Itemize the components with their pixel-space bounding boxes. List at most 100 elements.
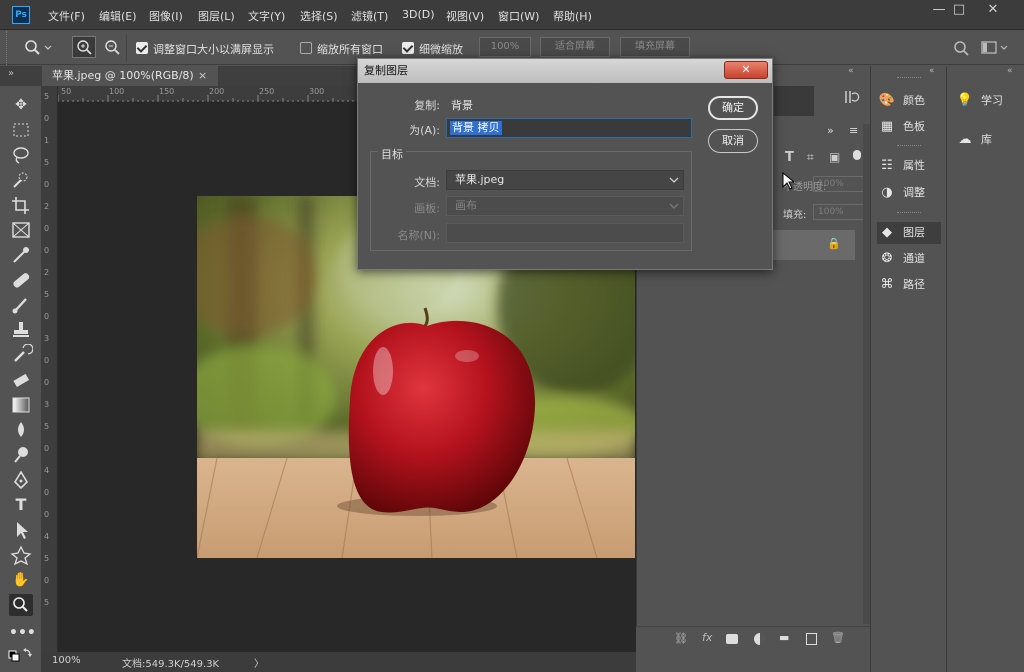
marquee-tool-icon[interactable]: [9, 119, 33, 141]
panel-layers[interactable]: ◆ 图层: [877, 222, 941, 244]
menu-type[interactable]: 文字(Y): [248, 8, 285, 24]
dialog-title-bar[interactable]: 复制图层: [358, 59, 772, 83]
zoom-tool-preset-icon[interactable]: [24, 39, 52, 57]
cancel-button[interactable]: 取消: [708, 129, 758, 153]
opacity-field[interactable]: 100%: [813, 176, 865, 192]
menu-filter[interactable]: 滤镜(T): [351, 8, 388, 24]
lasso-tool-icon[interactable]: [9, 144, 33, 166]
history-brush-tool-icon[interactable]: [9, 344, 33, 366]
fill-screen-button[interactable]: 填充屏幕: [620, 37, 690, 57]
dialog-close-button[interactable]: ✕: [724, 61, 768, 79]
zoom-all-windows-checkbox[interactable]: [300, 42, 312, 54]
new-layer-icon[interactable]: [806, 633, 817, 645]
eraser-tool-icon[interactable]: [9, 369, 33, 391]
fit-screen-button[interactable]: 适合屏幕: [540, 37, 610, 57]
artboard-select[interactable]: 画布: [446, 196, 684, 216]
menu-file[interactable]: 文件(F): [48, 8, 85, 24]
menu-help[interactable]: 帮助(H): [553, 8, 592, 24]
move-tool-icon[interactable]: ✥: [9, 94, 33, 116]
workspace-switcher-icon[interactable]: [981, 40, 1011, 56]
type-tool-icon[interactable]: T: [9, 494, 33, 516]
default-colors-icon[interactable]: [8, 646, 34, 668]
panel-channels[interactable]: ❂ 通道: [877, 248, 941, 270]
blur-tool-icon[interactable]: [9, 419, 33, 441]
adjustment-layer-icon[interactable]: [754, 633, 766, 645]
name-input[interactable]: [446, 223, 684, 243]
eyedropper-tool-icon[interactable]: [9, 244, 33, 266]
zoom-in-icon[interactable]: [72, 36, 96, 58]
panel-learn[interactable]: 💡 学习: [955, 90, 1019, 112]
gradient-tool-icon[interactable]: [9, 394, 33, 416]
options-grip: [6, 31, 9, 65]
menu-window[interactable]: 窗口(W): [498, 8, 539, 24]
filter-type-icon[interactable]: T: [785, 150, 794, 165]
panel-dock-main: « 🎨 颜色 ▦ 色板 ☷ 属性 ◑ 调整 ◆ 图层 ❂ 通道 ⌘ 路径: [870, 66, 946, 672]
hand-tool-icon[interactable]: ✋: [9, 569, 33, 591]
filter-shape-icon[interactable]: ⌗: [807, 150, 814, 165]
ruler-tick: 5: [44, 290, 50, 299]
delete-layer-icon[interactable]: 🗑: [831, 631, 845, 644]
ruler-tick: 0: [44, 444, 50, 453]
more-tools-icon[interactable]: •••: [9, 622, 36, 644]
ruler-tick: 5: [44, 92, 50, 101]
dock-collapse-icon[interactable]: «: [1007, 66, 1013, 76]
toolbar-collapse-icon[interactable]: »: [8, 68, 14, 79]
zoom-out-icon[interactable]: [101, 37, 123, 57]
status-zoom[interactable]: 100%: [52, 655, 81, 666]
link-layers-icon[interactable]: ⛓: [674, 632, 688, 645]
panel-menu-icon[interactable]: ≡: [849, 124, 858, 137]
menu-select[interactable]: 选择(S): [300, 8, 338, 24]
add-mask-icon[interactable]: [726, 634, 738, 644]
ruler-tick: 5: [44, 598, 50, 607]
panel-paths[interactable]: ⌘ 路径: [877, 274, 941, 296]
menu-layer[interactable]: 图层(L): [198, 8, 235, 24]
fill-label: 填充:: [783, 210, 807, 221]
brush-tool-icon[interactable]: [9, 294, 33, 316]
menu-view[interactable]: 视图(V): [446, 8, 484, 24]
dock-collapse-icon[interactable]: «: [929, 66, 935, 76]
maximize-button[interactable]: □: [944, 0, 974, 22]
frame-tool-icon[interactable]: [9, 219, 33, 241]
clone-stamp-tool-icon[interactable]: [9, 319, 33, 341]
photoshop-logo[interactable]: Ps: [12, 6, 30, 24]
history-icon[interactable]: [842, 88, 860, 106]
quick-selection-tool-icon[interactable]: [9, 169, 33, 191]
healing-brush-tool-icon[interactable]: [9, 269, 33, 291]
pen-tool-icon[interactable]: [9, 469, 33, 491]
path-selection-tool-icon[interactable]: [9, 519, 33, 541]
dodge-tool-icon[interactable]: [9, 444, 33, 466]
menu-3d[interactable]: 3D(D): [402, 8, 435, 21]
close-window-button[interactable]: ✕: [978, 0, 1008, 22]
ok-button[interactable]: 确定: [708, 96, 758, 120]
panel-color[interactable]: 🎨 颜色: [877, 90, 941, 112]
fx-icon[interactable]: fx: [702, 631, 712, 644]
menu-image[interactable]: 图像(I): [149, 8, 183, 24]
custom-shape-tool-icon[interactable]: [9, 544, 33, 566]
layer-name-input[interactable]: 背景 拷贝: [446, 118, 692, 138]
zoom-tool-icon[interactable]: [9, 594, 33, 616]
panel-expand-icon[interactable]: »: [827, 124, 834, 137]
options-divider: [126, 34, 127, 62]
destination-label: 目标: [378, 146, 406, 162]
cc-libraries-icon: ☁: [958, 132, 972, 147]
filter-smartobj-icon[interactable]: ▣: [829, 150, 840, 164]
panel-swatches[interactable]: ▦ 色板: [877, 116, 941, 138]
panel-adjustments[interactable]: ◑ 调整: [877, 182, 941, 204]
menu-edit[interactable]: 编辑(E): [99, 8, 137, 24]
crop-tool-icon[interactable]: [9, 194, 33, 216]
scrubby-zoom-checkbox[interactable]: [402, 42, 414, 54]
layer-lock-icon[interactable]: 🔒: [827, 237, 841, 250]
document-tab[interactable]: 苹果.jpeg @ 100%(RGB/8) ×: [42, 66, 218, 86]
resize-windows-checkbox[interactable]: [136, 42, 148, 54]
panel-libraries[interactable]: ☁ 库: [955, 129, 1019, 151]
panel-collapse-icon[interactable]: «: [848, 66, 854, 76]
filter-toggle[interactable]: [853, 150, 861, 160]
document-tab-close-icon[interactable]: ×: [198, 66, 207, 86]
fill-field[interactable]: 100%: [813, 204, 865, 220]
document-select[interactable]: 苹果.jpeg: [446, 170, 684, 190]
panel-properties[interactable]: ☷ 属性: [877, 155, 941, 177]
search-icon[interactable]: [953, 40, 971, 58]
group-folder-icon[interactable]: ▬: [779, 631, 789, 644]
zoom-100-button[interactable]: 100%: [479, 37, 531, 57]
status-menu-arrow[interactable]: 〉: [254, 655, 264, 670]
